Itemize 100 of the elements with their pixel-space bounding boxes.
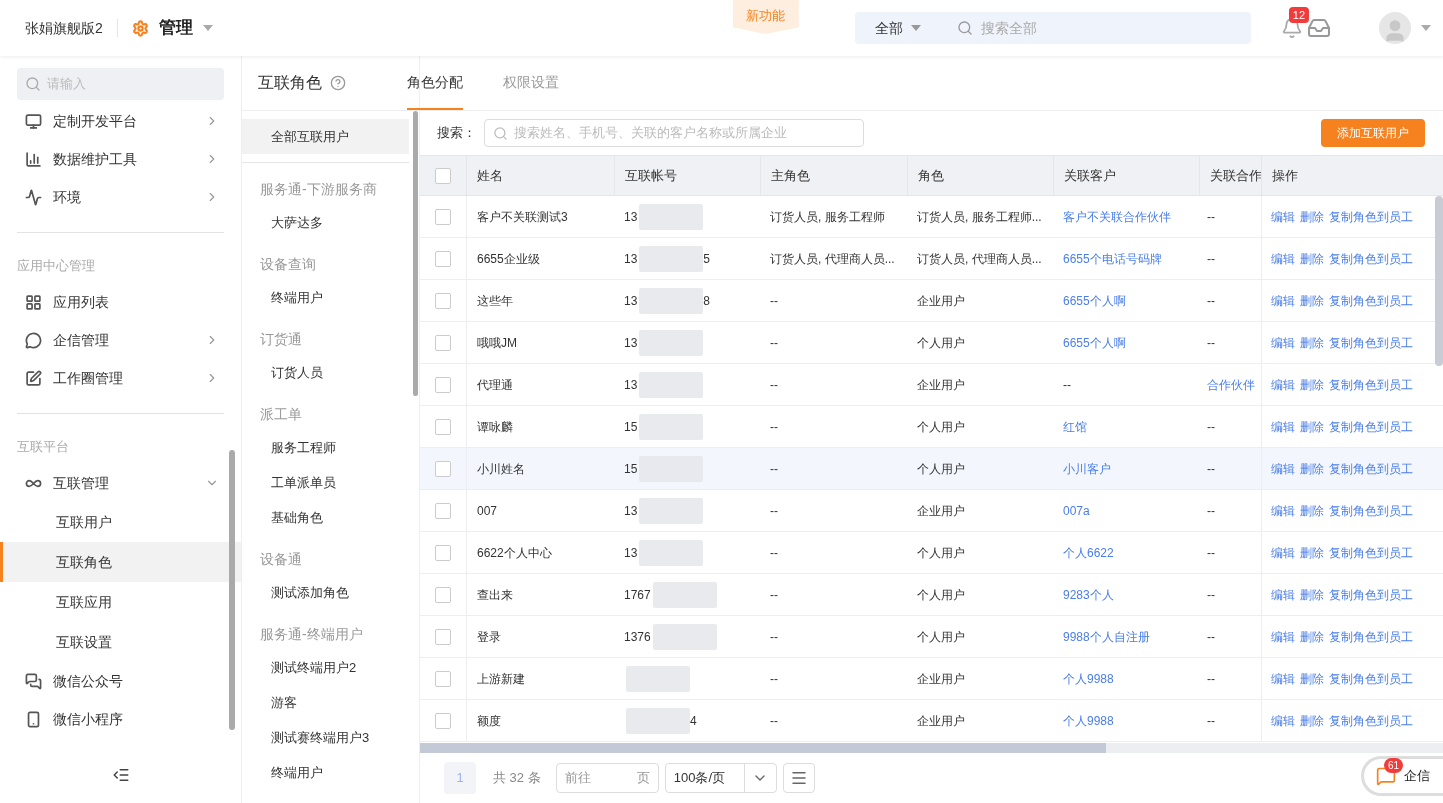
- action-link[interactable]: 复制角色到员工: [1329, 669, 1413, 688]
- sidebar-item[interactable]: 互联管理: [0, 464, 241, 502]
- column-settings-button[interactable]: [782, 763, 815, 793]
- checkbox[interactable]: [435, 544, 451, 561]
- action-link[interactable]: 删除: [1300, 249, 1324, 268]
- customer-link[interactable]: 6655个电话号码牌: [1063, 249, 1162, 268]
- checkbox[interactable]: [435, 712, 451, 729]
- action-link[interactable]: 复制角色到员工: [1329, 459, 1413, 478]
- sidebar-subitem[interactable]: 互联设置: [0, 622, 241, 662]
- checkbox[interactable]: [435, 376, 451, 393]
- role-item[interactable]: 测试添加角色: [242, 575, 419, 610]
- action-link[interactable]: 删除: [1300, 291, 1324, 310]
- customer-link[interactable]: 个人9988: [1063, 669, 1114, 688]
- help-icon[interactable]: [330, 75, 346, 91]
- action-link[interactable]: 删除: [1300, 459, 1324, 478]
- table-search-field[interactable]: 搜索姓名、手机号、关联的客户名称或所属企业: [484, 119, 864, 147]
- role-item[interactable]: 大萨达多: [242, 205, 419, 240]
- checkbox[interactable]: [435, 292, 451, 309]
- customer-link[interactable]: 9988个人自注册: [1063, 627, 1150, 646]
- sidebar-item[interactable]: 企信管理: [0, 321, 241, 359]
- role-item[interactable]: 游客: [242, 685, 419, 720]
- vertical-scrollbar-thumb[interactable]: [1435, 196, 1443, 366]
- action-link[interactable]: 删除: [1300, 375, 1324, 394]
- checkbox[interactable]: [435, 502, 451, 519]
- checkbox[interactable]: [435, 670, 451, 687]
- role-item[interactable]: 终端用户: [242, 280, 419, 315]
- caret-icon[interactable]: [1420, 25, 1431, 31]
- role-item[interactable]: 测试赛终端用户3: [242, 720, 419, 755]
- add-user-button[interactable]: 添加互联用户: [1321, 119, 1425, 147]
- action-link[interactable]: 删除: [1300, 417, 1324, 436]
- sidebar-item[interactable]: 应用列表: [0, 283, 241, 321]
- tab[interactable]: 权限设置: [503, 56, 559, 110]
- action-link[interactable]: 编辑: [1271, 249, 1295, 268]
- action-link[interactable]: 复制角色到员工: [1329, 585, 1413, 604]
- checkbox[interactable]: [435, 460, 451, 477]
- action-link[interactable]: 删除: [1300, 501, 1324, 520]
- customer-link[interactable]: 6655个人啊: [1063, 291, 1126, 310]
- sidebar-item[interactable]: 环境: [0, 178, 241, 216]
- sidebar-item[interactable]: 微信公众号: [0, 662, 241, 700]
- action-link[interactable]: 删除: [1300, 711, 1324, 730]
- collapse-icon[interactable]: [111, 766, 130, 784]
- sidebar-subitem[interactable]: 互联角色: [0, 542, 241, 582]
- sidebar-item[interactable]: 工作圈管理: [0, 359, 241, 397]
- customer-link[interactable]: 客户不关联合作伙伴: [1063, 207, 1171, 226]
- role-item[interactable]: 终端用户: [242, 755, 419, 790]
- action-link[interactable]: 复制角色到员工: [1329, 291, 1413, 310]
- sidebar-subitem[interactable]: 互联用户: [0, 502, 241, 542]
- search-scope-dropdown[interactable]: 全部: [874, 17, 921, 39]
- role-item[interactable]: 基础角色: [242, 500, 419, 535]
- customer-link[interactable]: 个人6622: [1063, 543, 1114, 562]
- role-item[interactable]: 工单派单员: [242, 465, 419, 500]
- checkbox[interactable]: [435, 418, 451, 435]
- action-link[interactable]: 编辑: [1271, 291, 1295, 310]
- tab[interactable]: 角色分配: [407, 56, 463, 110]
- action-link[interactable]: 编辑: [1271, 711, 1295, 730]
- global-search-field[interactable]: 搜索全部: [980, 17, 1231, 39]
- action-link[interactable]: 编辑: [1271, 459, 1295, 478]
- action-link[interactable]: 编辑: [1271, 375, 1295, 394]
- sidebar-item[interactable]: 数据维护工具: [0, 140, 241, 178]
- action-link[interactable]: 复制角色到员工: [1329, 249, 1413, 268]
- action-link[interactable]: 复制角色到员工: [1329, 333, 1413, 352]
- action-link[interactable]: 复制角色到员工: [1329, 543, 1413, 562]
- new-feature-ribbon[interactable]: 新功能: [732, 0, 799, 34]
- checkbox[interactable]: [435, 628, 451, 645]
- global-search-bar[interactable]: 全部 搜索全部: [854, 12, 1251, 44]
- action-link[interactable]: 删除: [1300, 669, 1324, 688]
- action-link[interactable]: 编辑: [1271, 669, 1295, 688]
- role-item[interactable]: 全部互联用户: [242, 119, 409, 154]
- action-link[interactable]: 编辑: [1271, 585, 1295, 604]
- action-link[interactable]: 复制角色到员工: [1329, 375, 1413, 394]
- customer-link[interactable]: 红馆: [1063, 417, 1087, 436]
- customer-link[interactable]: 小川客户: [1063, 459, 1111, 478]
- role-item[interactable]: 订货人员: [242, 355, 419, 390]
- action-link[interactable]: 编辑: [1271, 543, 1295, 562]
- customer-link[interactable]: 个人9988: [1063, 711, 1114, 730]
- horizontal-scrollbar-thumb[interactable]: [420, 743, 1106, 753]
- action-link[interactable]: 复制角色到员工: [1329, 711, 1413, 730]
- action-link[interactable]: 复制角色到员工: [1329, 501, 1413, 520]
- action-link[interactable]: 编辑: [1271, 501, 1295, 520]
- action-link[interactable]: 删除: [1300, 207, 1324, 226]
- chat-widget[interactable]: 61 企信: [1361, 756, 1443, 796]
- sidebar-subitem[interactable]: 互联应用: [0, 582, 241, 622]
- action-link[interactable]: 删除: [1300, 627, 1324, 646]
- avatar[interactable]: [1378, 12, 1411, 44]
- action-link[interactable]: 删除: [1300, 543, 1324, 562]
- customer-link[interactable]: 合作伙伴: [1207, 375, 1255, 394]
- checkbox[interactable]: [435, 167, 451, 184]
- sidebar-item[interactable]: 定制开发平台: [0, 102, 241, 140]
- action-link[interactable]: 编辑: [1271, 207, 1295, 226]
- page-size-dropdown[interactable]: 100条/页: [664, 763, 777, 793]
- action-link[interactable]: 删除: [1300, 585, 1324, 604]
- table-search-input[interactable]: 搜索姓名、手机号、关联的客户名称或所属企业: [514, 123, 844, 143]
- role-item[interactable]: 服务工程师: [242, 430, 419, 465]
- module-title[interactable]: 管理: [158, 15, 193, 41]
- action-link[interactable]: 编辑: [1271, 417, 1295, 436]
- action-link[interactable]: 编辑: [1271, 627, 1295, 646]
- action-link[interactable]: 复制角色到员工: [1329, 207, 1413, 226]
- action-link[interactable]: 删除: [1300, 333, 1324, 352]
- action-link[interactable]: 编辑: [1271, 333, 1295, 352]
- goto-page-field[interactable]: 前往 页: [555, 763, 659, 793]
